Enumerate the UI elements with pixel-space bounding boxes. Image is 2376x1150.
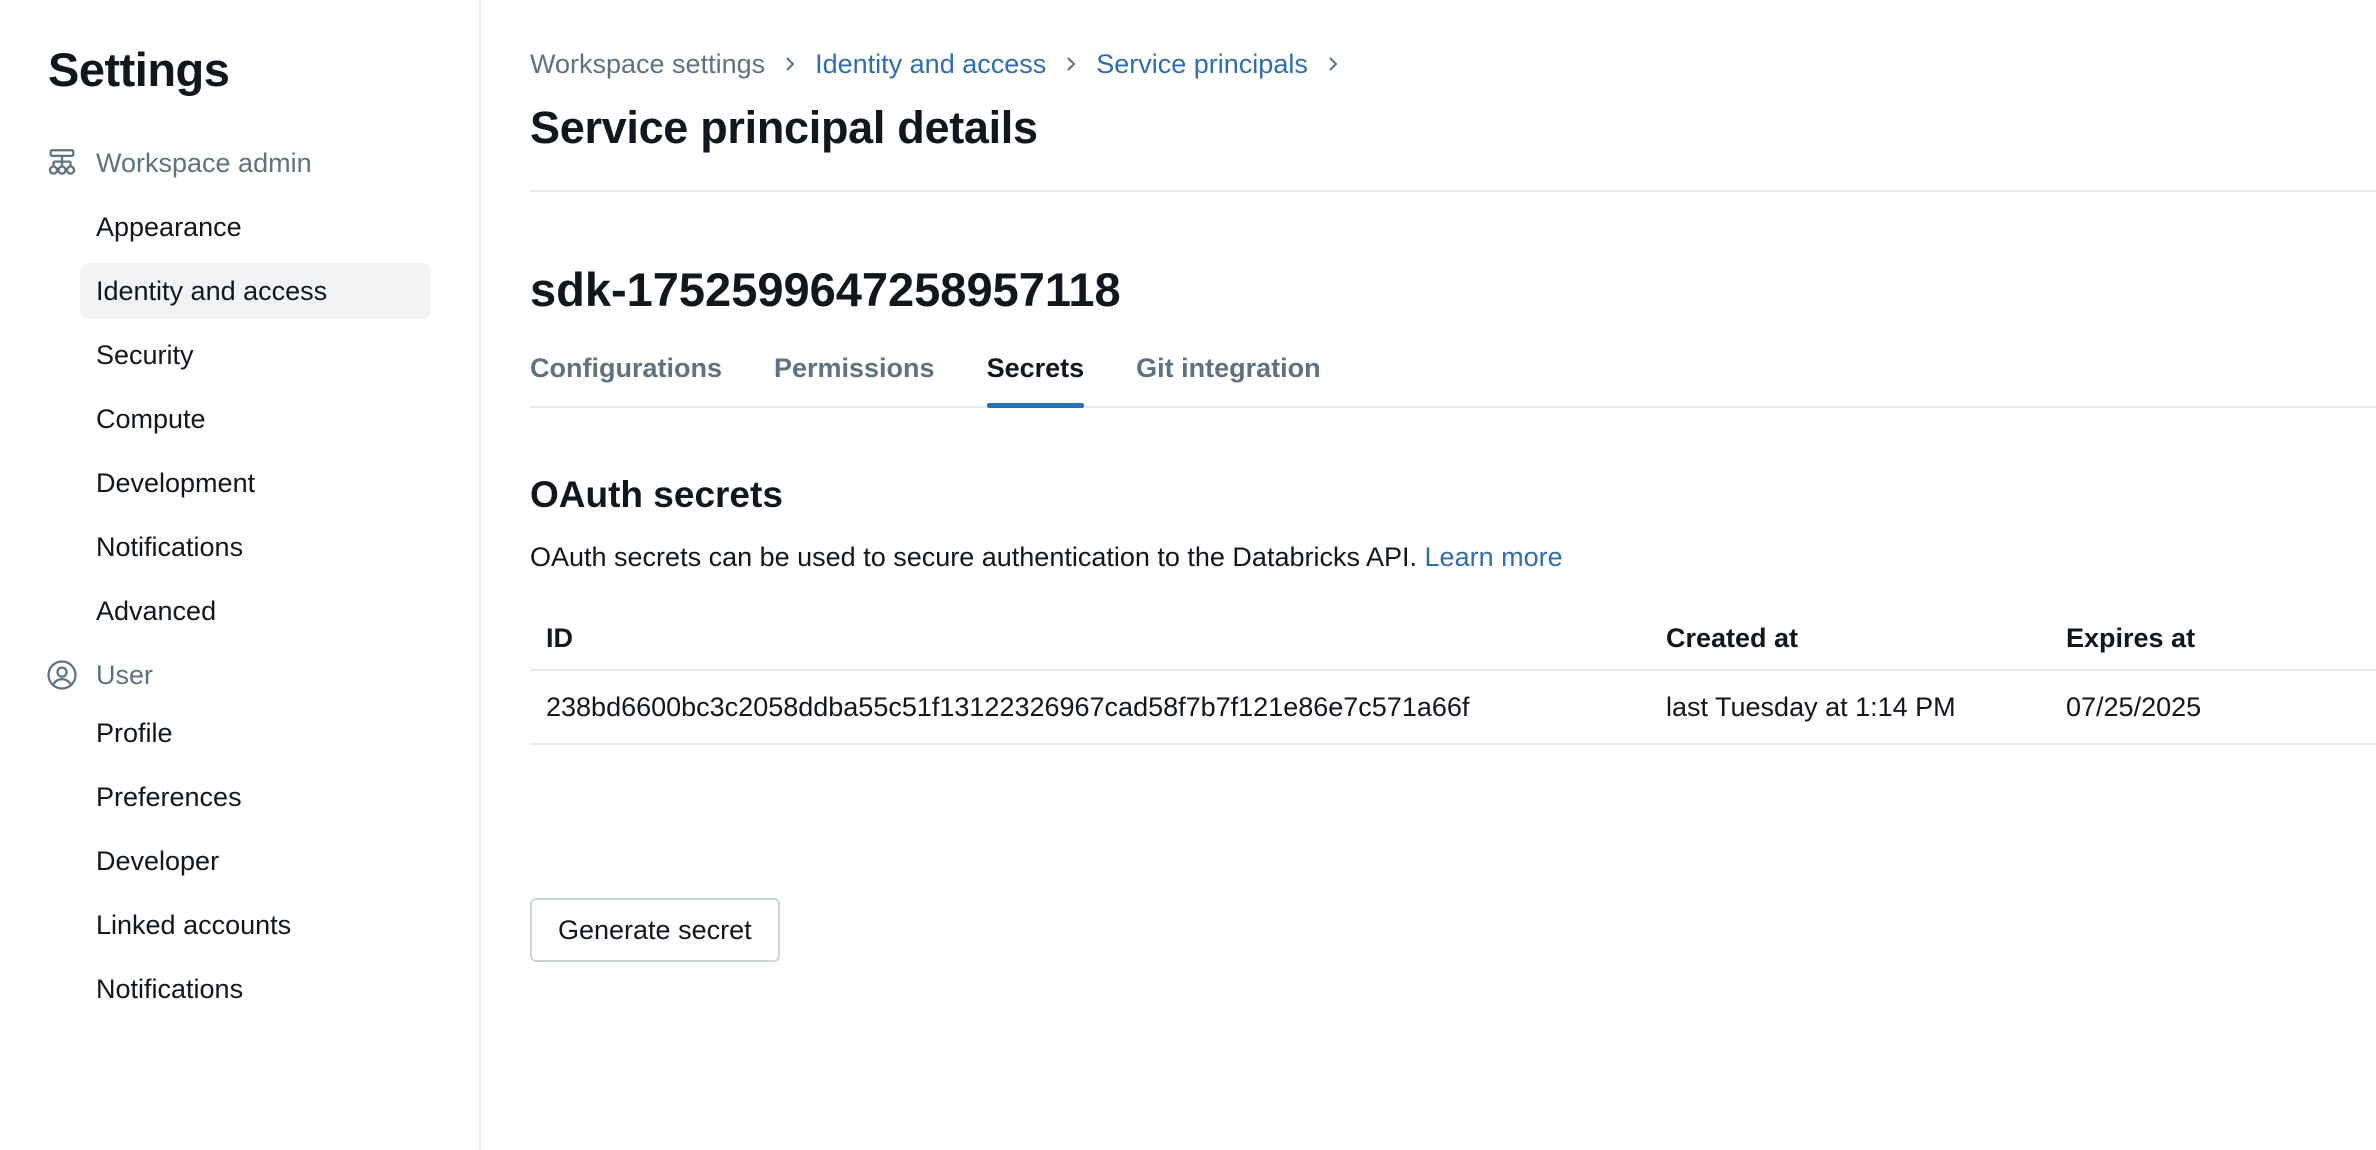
secret-id-cell: 238bd6600bc3c2058ddba55c51f13122326967ca… [546, 691, 1470, 722]
expires-at-cell: 07/25/2025 [2066, 691, 2202, 722]
section-label-user: User [96, 659, 154, 690]
oauth-secrets-title: OAuth secrets [530, 474, 783, 515]
sidebar-item-linked-accounts[interactable]: Linked accounts [80, 897, 431, 953]
breadcrumb: Workspace settings Identity and access S… [530, 44, 2376, 84]
main-content: Workspace settings Identity and access S… [481, 0, 2376, 1150]
breadcrumb-service-principals[interactable]: Service principals [1096, 49, 1308, 80]
sidebar-item-user-notifications[interactable]: Notifications [80, 961, 431, 1017]
workspace-admin-icon [45, 146, 79, 180]
sidebar-item-preferences[interactable]: Preferences [80, 769, 431, 825]
chevron-right-icon [1064, 54, 1078, 74]
sidebar-item-development[interactable]: Development [80, 455, 431, 511]
tab-bar: Configurations Permissions Secrets Git i… [530, 347, 2376, 408]
sidebar-item-compute[interactable]: Compute [80, 391, 431, 447]
sidebar-item-security[interactable]: Security [80, 327, 431, 383]
sidebar-item-appearance[interactable]: Appearance [80, 199, 431, 255]
page-title: Service principal details [530, 102, 1038, 153]
section-header-workspace-admin: Workspace admin [45, 137, 479, 189]
column-header-created-at: Created at [1666, 622, 1799, 653]
created-at-cell: last Tuesday at 1:14 PM [1666, 691, 1956, 722]
tab-git-integration[interactable]: Git integration [1136, 347, 1321, 406]
generate-secret-button[interactable]: Generate secret [530, 898, 780, 962]
tab-secrets[interactable]: Secrets [986, 347, 1084, 408]
divider [530, 190, 2376, 192]
section-header-user: User [45, 649, 479, 701]
section-label-workspace-admin: Workspace admin [96, 147, 312, 178]
app: Settings Workspace admin Appearance Iden… [0, 0, 2376, 1150]
chevron-right-icon [783, 54, 797, 74]
sidebar-item-developer[interactable]: Developer [80, 833, 431, 889]
sidebar-item-identity-and-access[interactable]: Identity and access [80, 263, 431, 319]
sidebar-item-profile[interactable]: Profile [80, 705, 431, 761]
table-row: 238bd6600bc3c2058ddba55c51f13122326967ca… [530, 671, 2376, 745]
tab-configurations[interactable]: Configurations [530, 347, 722, 406]
user-circle-icon [45, 658, 79, 692]
sidebar-item-notifications[interactable]: Notifications [80, 519, 431, 575]
sidebar-item-advanced[interactable]: Advanced [80, 583, 431, 639]
column-header-expires-at: Expires at [2066, 622, 2196, 653]
breadcrumb-workspace-settings[interactable]: Workspace settings [530, 49, 765, 80]
breadcrumb-identity-and-access[interactable]: Identity and access [815, 49, 1046, 80]
description-text: OAuth secrets can be used to secure auth… [530, 542, 1418, 572]
service-principal-name: sdk-1752599647258957118 [530, 263, 1121, 316]
settings-sidebar: Settings Workspace admin Appearance Iden… [0, 0, 481, 1150]
oauth-secrets-description: OAuth secrets can be used to secure auth… [530, 542, 2376, 573]
chevron-right-icon [1326, 54, 1340, 74]
table-header: ID Created at Expires at [530, 607, 2376, 671]
column-header-id: ID [546, 622, 573, 653]
sidebar-title: Settings [48, 43, 230, 96]
tab-permissions[interactable]: Permissions [774, 347, 935, 406]
learn-more-link[interactable]: Learn more [1425, 542, 1563, 572]
secrets-table: ID Created at Expires at 238bd6600bc3c20… [530, 607, 2376, 745]
